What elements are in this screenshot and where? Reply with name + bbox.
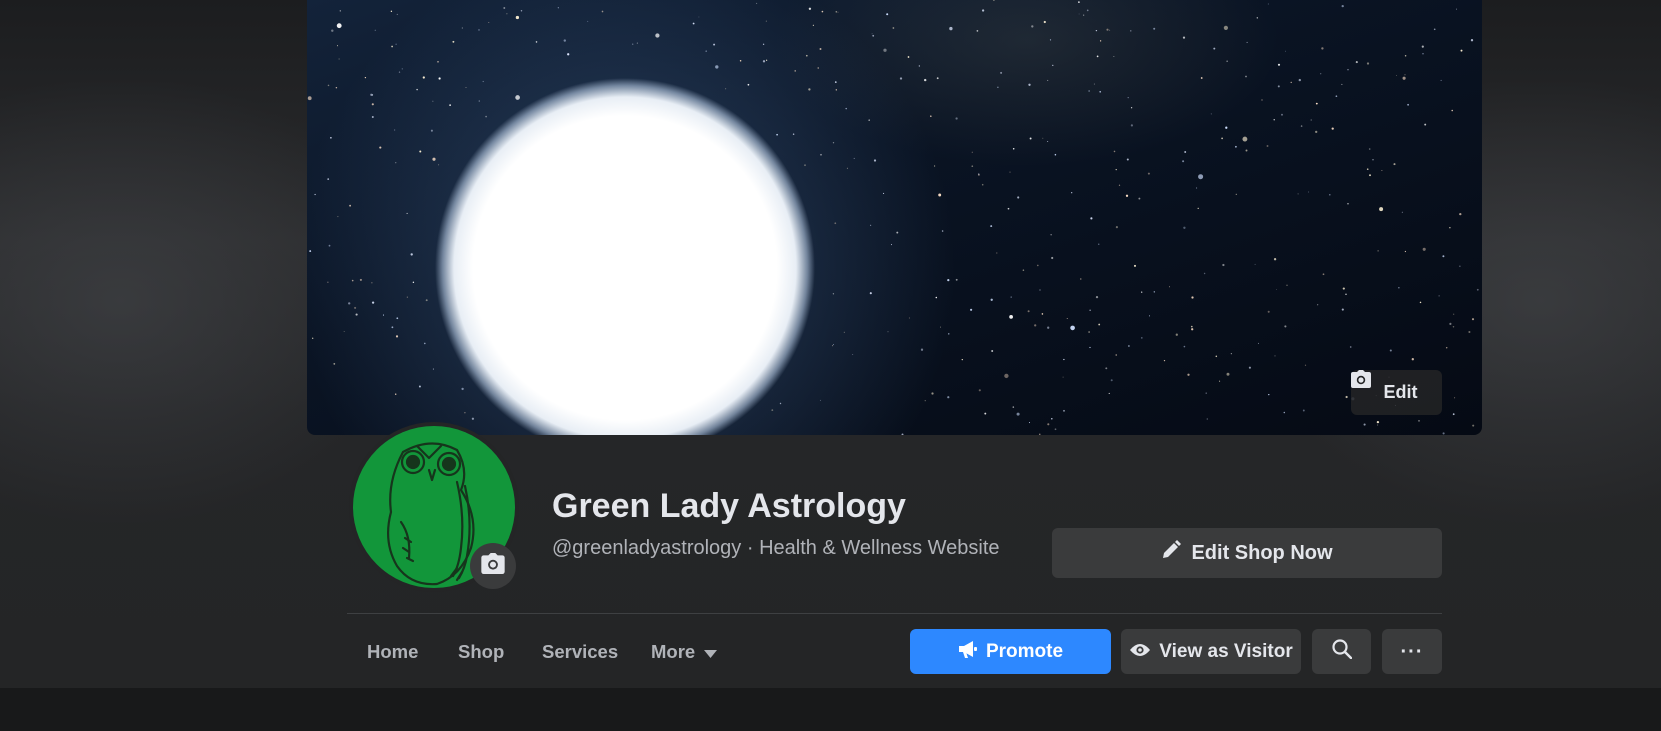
page-subtitle: @greenladyastrology · Health & Wellness … — [552, 537, 1000, 559]
divider — [347, 613, 1442, 614]
tab-services[interactable]: Services — [542, 630, 618, 674]
page-header: Edit Green Lady Astrology @greenladyastr… — [0, 0, 1661, 731]
cover-edit-button[interactable]: Edit — [1351, 370, 1442, 415]
starfield — [307, 0, 1479, 435]
tab-shop[interactable]: Shop — [458, 630, 504, 674]
profile-photo-edit-button[interactable] — [470, 543, 516, 589]
tab-more[interactable]: More — [651, 630, 718, 674]
search-button[interactable] — [1312, 629, 1371, 674]
page-title: Green Lady Astrology — [552, 487, 906, 525]
edit-shop-now-button[interactable]: Edit Shop Now — [1052, 528, 1442, 578]
megaphone-icon — [958, 640, 978, 664]
edit-shop-now-label: Edit Shop Now — [1191, 541, 1333, 564]
tab-home-label: Home — [367, 641, 419, 662]
camera-icon — [481, 553, 505, 579]
promote-button[interactable]: Promote — [910, 629, 1111, 674]
tab-home[interactable]: Home — [367, 630, 418, 674]
tab-shop-label: Shop — [458, 641, 505, 662]
view-as-visitor-button[interactable]: View as Visitor — [1121, 629, 1301, 674]
search-icon — [1331, 638, 1352, 665]
tab-more-label: More — [651, 641, 696, 662]
cover-photo[interactable]: Edit — [307, 0, 1482, 435]
caret-down-icon — [704, 641, 718, 663]
eye-icon — [1129, 641, 1151, 663]
more-options-button[interactable]: ··· — [1382, 629, 1442, 674]
promote-label: Promote — [985, 640, 1064, 662]
cover-edit-label: Edit — [1383, 382, 1418, 402]
pencil-icon — [1161, 540, 1182, 566]
more-dots-icon: ··· — [1400, 640, 1424, 663]
view-as-visitor-label: View as Visitor — [1159, 640, 1293, 662]
tab-services-label: Services — [542, 641, 619, 662]
